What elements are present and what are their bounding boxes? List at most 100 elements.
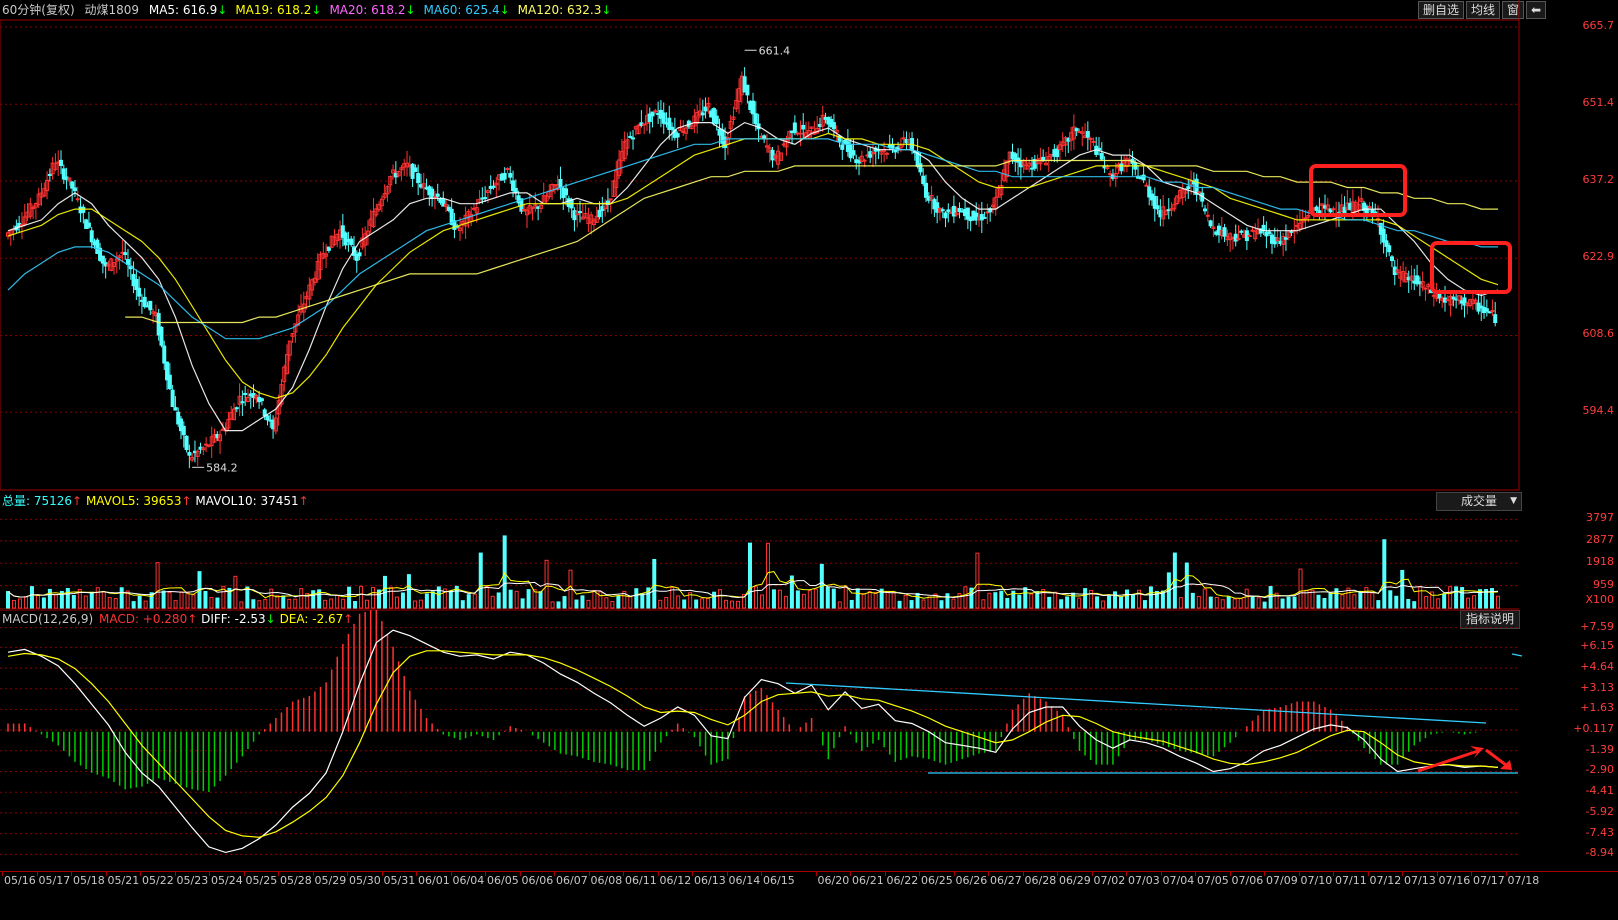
- candle-body: [1205, 214, 1210, 217]
- macd-chart[interactable]: [0, 610, 1618, 870]
- date-tick-mark: [243, 872, 245, 876]
- volume-bar: [173, 600, 178, 609]
- date-tick-label: 05/31: [383, 874, 416, 887]
- candle-body: [940, 209, 945, 212]
- volume-bar: [1436, 598, 1441, 609]
- volume-chart[interactable]: [0, 490, 1618, 610]
- volume-bar: [1466, 597, 1471, 609]
- volume-bar: [179, 591, 184, 609]
- high-price-annotation: 661.4: [759, 44, 791, 57]
- date-tick-mark: [519, 872, 521, 876]
- volume-bar: [1424, 596, 1429, 609]
- volume-bar: [1178, 597, 1183, 609]
- price-chart[interactable]: 661.4 584.2: [0, 0, 1618, 490]
- date-tick-label: 06/21: [852, 874, 884, 887]
- candle-body: [792, 122, 797, 134]
- volume-bar: [466, 594, 471, 609]
- volume-bar: [1119, 597, 1124, 609]
- volume-bar: [155, 562, 160, 609]
- date-tick-label: 06/28: [1024, 874, 1057, 887]
- candle-body: [81, 206, 86, 213]
- volume-bar: [388, 586, 393, 609]
- date-tick-label: 06/22: [886, 874, 919, 887]
- volume-tick-label: 3797: [1586, 511, 1614, 525]
- volume-tick-label: 2877: [1586, 532, 1614, 546]
- candle-body: [240, 401, 245, 404]
- candle-body: [578, 211, 583, 214]
- red-arrow-up: [1417, 749, 1479, 773]
- volume-bar: [1322, 598, 1327, 609]
- candle-body: [505, 167, 510, 170]
- volume-bar: [652, 558, 657, 609]
- date-tick-label: 07/04: [1162, 874, 1195, 887]
- price-tick-label: 608.6: [1582, 327, 1615, 341]
- date-tick-label: 06/12: [659, 874, 692, 887]
- volume-bar: [777, 589, 782, 609]
- volume-bar: [1059, 599, 1064, 609]
- volume-bar: [640, 593, 645, 609]
- date-tick-mark: [988, 872, 989, 876]
- volume-bar: [1238, 598, 1243, 609]
- date-tick-mark: [1022, 872, 1024, 876]
- date-tick-label: 05/25: [245, 874, 278, 887]
- volume-bar: [1226, 596, 1231, 609]
- date-tick-label: 05/17: [38, 874, 71, 887]
- candle-body: [840, 144, 845, 150]
- date-tick-label: 06/26: [955, 874, 988, 887]
- volume-bar: [634, 588, 639, 609]
- candle-body: [918, 163, 923, 173]
- date-tick-mark: [657, 872, 659, 876]
- candle-body: [262, 409, 267, 417]
- volume-bar: [999, 590, 1004, 609]
- volume-bar: [873, 591, 878, 609]
- volume-bar: [724, 599, 729, 609]
- volume-bar: [323, 599, 328, 609]
- candle-body: [70, 181, 75, 189]
- volume-bar: [909, 600, 914, 609]
- volume-bar: [885, 590, 890, 609]
- volume-bar: [412, 600, 417, 609]
- candle-body: [1088, 137, 1093, 140]
- price-tick-label: 594.4: [1582, 404, 1615, 418]
- volume-bar: [353, 600, 358, 609]
- date-tick-mark: [692, 872, 693, 876]
- volume-bar: [801, 593, 806, 609]
- candle-body: [123, 252, 128, 255]
- volume-bar: [257, 600, 262, 609]
- date-tick-label: 07/16: [1438, 874, 1471, 887]
- volume-bar: [23, 596, 28, 609]
- date-tick-mark: [1229, 872, 1231, 876]
- volume-bar: [143, 600, 148, 609]
- date-tick-mark: [1402, 872, 1403, 876]
- candle-body: [148, 300, 153, 311]
- candle-body: [502, 173, 507, 180]
- candle-body: [982, 216, 987, 219]
- volume-bar: [508, 589, 513, 609]
- volume-bar: [1298, 568, 1303, 609]
- volume-bar: [1358, 590, 1363, 609]
- volume-bar: [807, 590, 812, 609]
- candle-body: [513, 187, 518, 193]
- candle-body: [59, 159, 64, 167]
- candle-body: [435, 193, 440, 197]
- date-tick-label: 06/20: [817, 874, 850, 887]
- volume-bar: [496, 592, 501, 609]
- candle-body: [1119, 163, 1124, 172]
- volume-bar: [849, 599, 854, 609]
- candle-body: [653, 110, 658, 113]
- date-tick-mark: [381, 872, 383, 876]
- candle-body: [1099, 152, 1104, 160]
- ma-line-ma120: [125, 159, 1498, 324]
- ma-line-ma5: [7, 121, 1499, 432]
- candle-body: [884, 152, 889, 155]
- date-tick-label: 05/22: [142, 874, 174, 887]
- volume-bar: [706, 597, 711, 609]
- volume-bar: [137, 595, 142, 609]
- date-tick-mark: [1091, 872, 1093, 876]
- candle-body: [631, 137, 636, 140]
- candle-body: [1085, 131, 1090, 138]
- candle-body: [851, 150, 856, 156]
- volume-bar: [1364, 587, 1369, 609]
- candle-body: [1155, 205, 1160, 210]
- volume-bar: [245, 586, 250, 609]
